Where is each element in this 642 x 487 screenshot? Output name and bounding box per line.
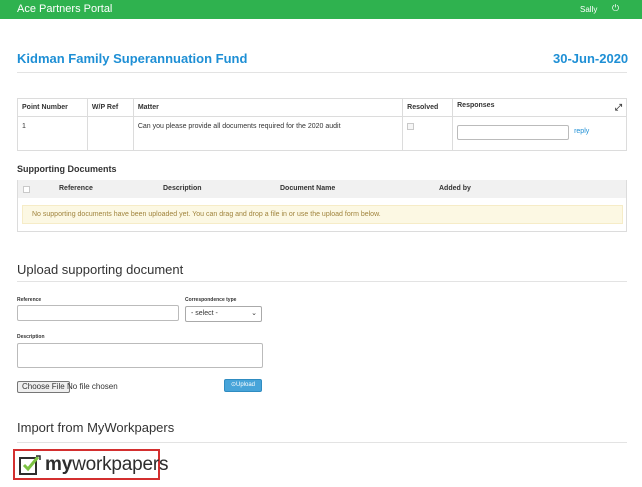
logo-text-my: my: [45, 454, 73, 475]
reply-link[interactable]: reply: [574, 128, 589, 135]
table-row: 1 Can you please provide all documents r…: [17, 116, 627, 151]
divider: [17, 281, 627, 282]
empty-documents-alert: No supporting documents have been upload…: [22, 205, 623, 224]
col-description: Description: [163, 185, 202, 192]
supporting-documents-title: Supporting Documents: [17, 164, 117, 174]
fund-title: Kidman Family Superannuation Fund: [17, 51, 248, 66]
col-responses: Responses ⤢: [452, 98, 627, 117]
col-matter: Matter: [132, 98, 404, 117]
col-resolved: Resolved: [402, 98, 454, 117]
correspondence-selected: - select -: [191, 310, 218, 317]
description-label: Description: [17, 334, 45, 340]
correspondence-type-select[interactable]: - select - ⌄: [185, 306, 262, 322]
logo-text-workpapers: workpapers: [72, 454, 169, 475]
correspondence-type-label: Correspondence type: [185, 297, 237, 303]
cell-resolved: [402, 116, 454, 151]
cell-point-number: 1: [17, 116, 88, 151]
choose-file-button[interactable]: Choose File: [17, 381, 70, 393]
user-name[interactable]: Sally: [580, 5, 597, 14]
supporting-documents-table: Reference Description Document Name Adde…: [17, 180, 627, 232]
col-responses-label: Responses: [457, 102, 495, 109]
cell-responses: reply: [452, 116, 627, 151]
col-point-number: Point Number: [17, 98, 88, 117]
upload-button[interactable]: ⊙Upload: [224, 379, 262, 392]
myworkpapers-logo-button[interactable]: myworkpapers: [13, 449, 168, 480]
divider: [17, 442, 627, 443]
col-wp-ref: W/P Ref: [86, 98, 134, 117]
upload-button-label: Upload: [236, 382, 256, 388]
description-textarea[interactable]: [17, 343, 263, 368]
col-document-name: Document Name: [280, 185, 336, 192]
upload-section-title: Upload supporting document: [17, 262, 184, 277]
supporting-documents-header: Reference Description Document Name Adde…: [18, 180, 626, 198]
select-all-checkbox[interactable]: [23, 186, 30, 193]
cell-matter: Can you please provide all documents req…: [132, 116, 404, 151]
expand-icon[interactable]: ⤢: [615, 102, 622, 113]
cell-wp-ref: [86, 116, 134, 151]
portal-brand[interactable]: Ace Partners Portal: [17, 3, 112, 15]
myworkpapers-wordmark: myworkpapers: [45, 454, 168, 476]
chevron-down-icon: ⌄: [251, 310, 257, 317]
points-table-header: Point Number W/P Ref Matter Resolved Res…: [17, 98, 627, 117]
file-status: No file chosen: [67, 382, 118, 391]
import-section-title: Import from MyWorkpapers: [17, 420, 175, 435]
top-nav-bar: Ace Partners Portal Sally ⏻: [0, 0, 642, 19]
response-input[interactable]: [457, 125, 570, 140]
reference-label: Reference: [17, 297, 42, 303]
col-added-by: Added by: [439, 185, 471, 192]
points-table: Point Number W/P Ref Matter Resolved Res…: [17, 98, 627, 151]
myworkpapers-checkbox-logo-icon: [19, 455, 41, 475]
power-icon[interactable]: ⏻: [612, 3, 619, 14]
fund-date: 30-Jun-2020: [553, 51, 629, 66]
reference-input[interactable]: [17, 305, 179, 321]
divider: [17, 72, 627, 73]
resolved-checkbox[interactable]: [407, 123, 415, 130]
col-reference: Reference: [59, 185, 93, 192]
